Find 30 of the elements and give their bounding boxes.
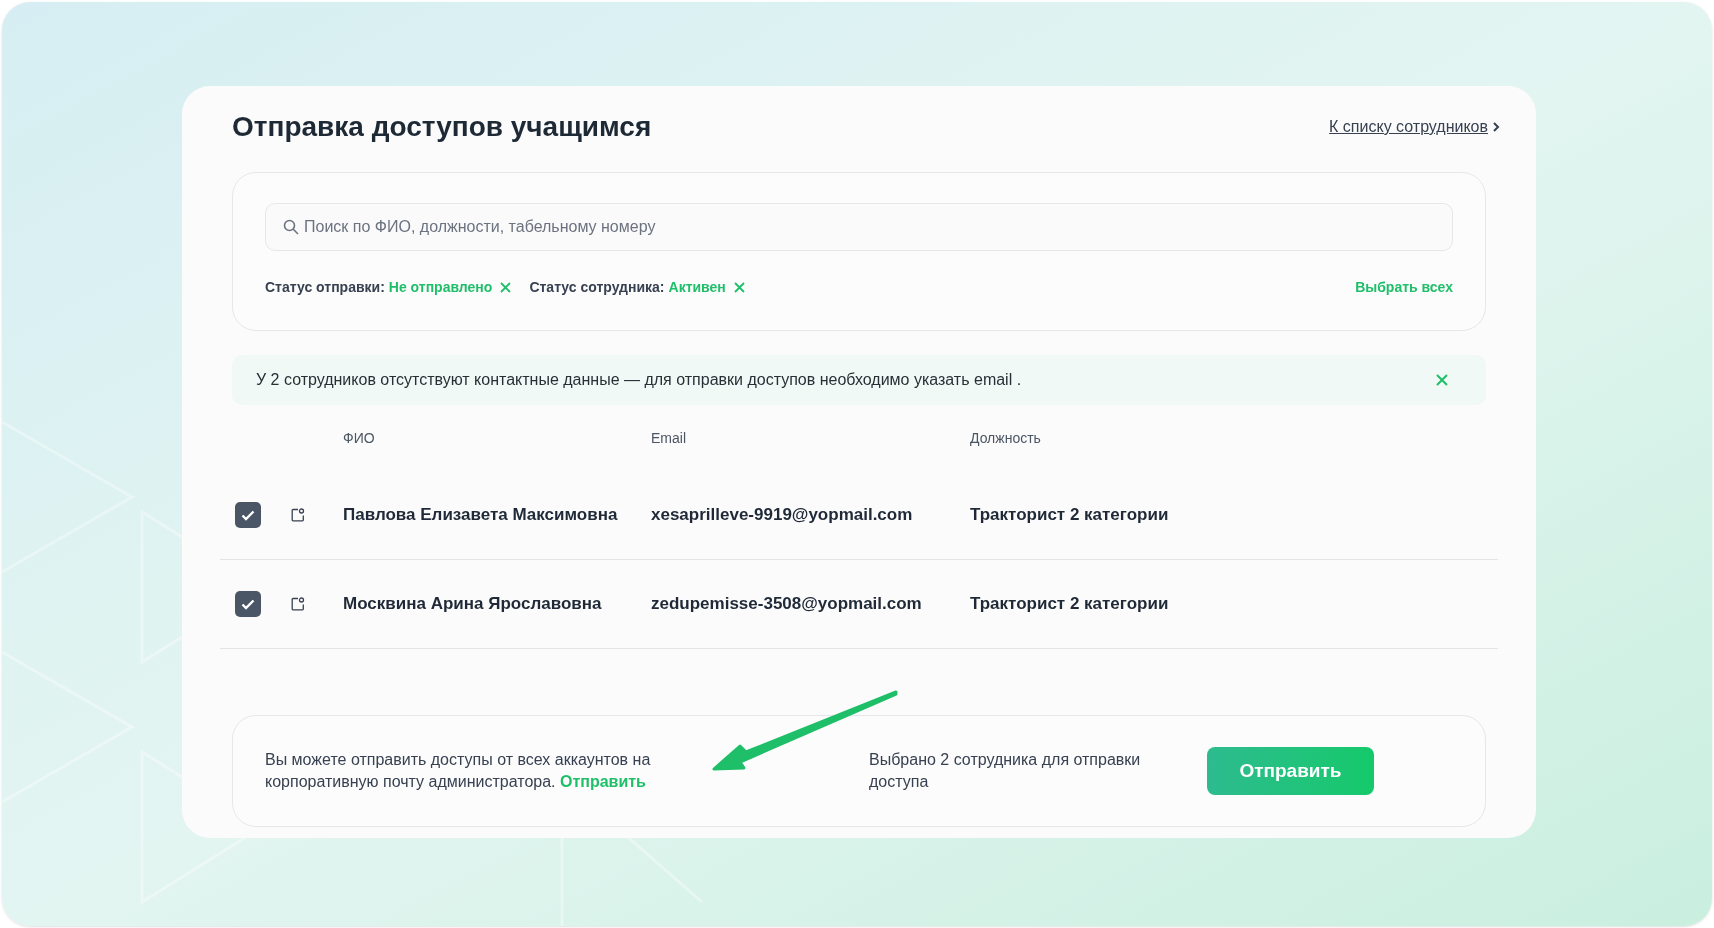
- user-card-icon[interactable]: [291, 597, 305, 611]
- selected-count-text: Выбрано 2 сотрудника для отправки доступа: [869, 750, 1142, 792]
- user-card-icon[interactable]: [291, 508, 305, 522]
- employee-position: Тракторист 2 категории: [970, 593, 1170, 616]
- employee-email: zedupemisse-3508@yopmail.com: [651, 593, 923, 616]
- footer-note: Вы можете отправить доступы от всех аккаунтов на корпоративную почту администратора. Отправить: [265, 750, 652, 792]
- column-header: ФИО: [343, 428, 376, 448]
- send-link[interactable]: Отправить: [560, 773, 646, 790]
- row-checkbox[interactable]: [235, 591, 261, 617]
- search-field[interactable]: Поиск по ФИО, должности, табельному номеру: [265, 203, 1453, 251]
- check-icon: [241, 509, 255, 521]
- search-icon: [283, 219, 299, 235]
- employee-email: xesaprilleve-9919@yopmail.com: [651, 504, 914, 527]
- select-all-link[interactable]: Выбрать всех: [1355, 277, 1453, 298]
- filter-value: Не отправлено: [388, 278, 493, 297]
- alert-text: У 2 сотрудников отсутствуют контактные данные — для отправки доступов необходимо указать email .: [256, 370, 1022, 390]
- column-header: Должность: [970, 428, 1042, 448]
- chevron-right-icon: [1492, 121, 1500, 133]
- filter-label: Статус сотрудника:: [529, 278, 665, 297]
- column-header: Email: [651, 428, 687, 448]
- employee-name: Павлова Елизавета Максимовна: [343, 504, 619, 527]
- employee-name: Москвина Арина Ярославовна: [343, 593, 603, 616]
- employee-list-link[interactable]: К списку сотрудников: [1329, 115, 1500, 139]
- send-button[interactable]: Отправить: [1207, 747, 1374, 795]
- row-checkbox[interactable]: [235, 502, 261, 528]
- employee-position: Тракторист 2 категории: [970, 504, 1170, 527]
- filter-label: Статус отправки:: [265, 278, 385, 297]
- page-title: Отправка доступов учащимся: [232, 110, 652, 144]
- filter-value: Активен: [668, 278, 726, 297]
- check-icon: [241, 598, 255, 610]
